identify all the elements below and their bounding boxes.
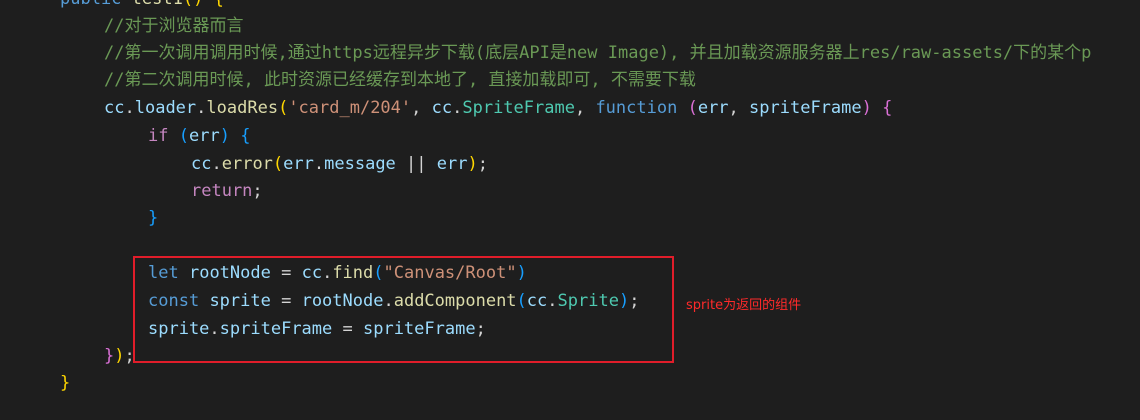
string-literal: 'card_m/204' <box>288 98 412 118</box>
code-editor[interactable]: public test1() { //对于浏览器而言 //第一次调用调用时候,通… <box>0 0 1140 420</box>
code-line-close-function: } <box>60 373 71 393</box>
type-name: SpriteFrame <box>462 98 575 118</box>
code-line-comment-3: //第二次调用时候, 此时资源已经缓存到本地了, 直接加载即可, 不需要下载 <box>104 70 696 90</box>
keyword: return <box>191 181 253 201</box>
annotation-label: sprite为返回的组件 <box>686 298 802 313</box>
keyword: function <box>595 98 678 118</box>
code-line-comment-2: //第一次调用调用时候,通过https远程异步下载(底层API是new Imag… <box>104 43 1092 63</box>
function-call: error <box>221 154 273 174</box>
parameter: err <box>697 98 729 118</box>
code-line-close-if: } <box>148 208 159 228</box>
identifier: loader <box>134 98 197 118</box>
code-line-function-header: public test1() { <box>60 0 224 13</box>
brace: { <box>214 0 224 9</box>
code-line-return: return; <box>191 181 263 201</box>
keyword: public <box>60 0 121 9</box>
code-line-close-callback: }); <box>104 346 135 366</box>
keyword: if <box>148 126 169 146</box>
code-line-loadres: cc.loader.loadRes('card_m/204', cc.Sprit… <box>104 98 893 118</box>
code-line-error: cc.error(err.message || err); <box>191 154 488 174</box>
function-call: loadRes <box>206 98 279 118</box>
parameter: spriteFrame <box>749 98 862 118</box>
highlight-box <box>133 256 674 363</box>
paren: () <box>183 0 203 9</box>
code-line-if: if (err) { <box>148 126 251 146</box>
code-line-comment-1: //对于浏览器而言 <box>104 16 244 36</box>
identifier: cc <box>104 98 125 118</box>
function-name: test1 <box>132 0 183 9</box>
